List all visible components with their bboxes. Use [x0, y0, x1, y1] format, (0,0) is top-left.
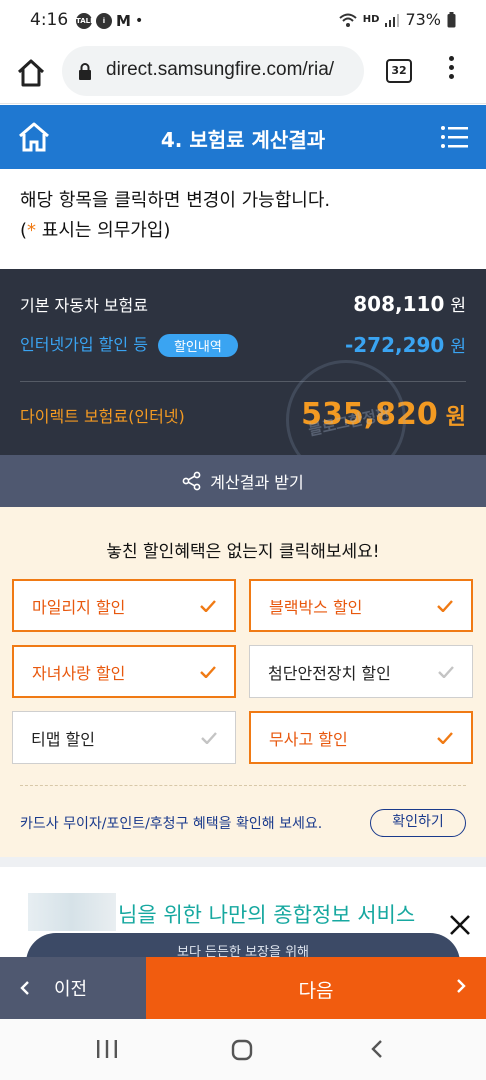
discount-details-button[interactable]: 할인내역	[157, 334, 238, 357]
tab-switcher-button[interactable]: 32	[386, 59, 412, 83]
notice-line2: (* 표시는 의무가입)	[20, 220, 171, 241]
card-benefit-confirm-button[interactable]: 확인하기	[370, 809, 466, 837]
promo-banner[interactable]: 님을 위한 나만의 종합정보 서비스 보다 든든한 보장을 위해	[0, 867, 486, 957]
close-icon[interactable]	[448, 913, 472, 937]
card-benefit-text: 카드사 무이자/포인트/후청구 혜택을 확인해 보세요.	[20, 816, 323, 832]
no-accident-discount-option[interactable]: 무사고 할인	[249, 711, 473, 764]
signal-icon	[385, 13, 400, 27]
next-label: 다음	[298, 980, 334, 1002]
gmail-icon: M	[116, 12, 131, 30]
check-icon	[437, 599, 453, 612]
status-indicators: HD 73%	[339, 10, 456, 29]
more-dot-icon: •	[134, 13, 144, 29]
address-bar[interactable]: direct.samsungfire.com/ria/	[62, 46, 364, 96]
page-title: 4. 보험료 계산결과	[160, 128, 326, 152]
promo-subtitle-pill: 보다 든든한 보장을 위해	[26, 933, 460, 957]
battery-text: 73%	[405, 10, 441, 29]
discount-label: 인터넷가입 할인 등	[20, 335, 148, 354]
system-navigation-bar	[0, 1019, 486, 1080]
info-icon: i	[96, 13, 112, 29]
divider	[20, 381, 466, 382]
home-nav-icon[interactable]	[231, 1039, 253, 1061]
page-header: 4. 보험료 계산결과	[0, 105, 486, 169]
notice-text: 해당 항목을 클릭하면 변경이 가능합니다. (* 표시는 의무가입)	[20, 186, 330, 246]
share-result-button[interactable]: 계산결과 받기	[0, 455, 486, 507]
chevron-left-icon	[20, 981, 29, 995]
child-love-discount-option[interactable]: 자녀사랑 할인	[12, 645, 236, 698]
browser-home-icon[interactable]	[16, 58, 46, 88]
dashed-divider	[20, 785, 466, 786]
promo-title: 님을 위한 나만의 종합정보 서비스	[118, 903, 416, 927]
next-button[interactable]: 다음	[146, 957, 486, 1019]
base-premium-value: 808,110	[353, 292, 445, 316]
notice-line1: 해당 항목을 클릭하면 변경이 가능합니다.	[20, 190, 331, 211]
safety-device-discount-option[interactable]: 첨단안전장치 할인	[249, 645, 473, 698]
promo-subtitle: 보다 든든한 보장을 위해	[177, 945, 309, 957]
blackbox-discount-option[interactable]: 블랙박스 할인	[249, 579, 473, 632]
menu-icon[interactable]	[440, 125, 468, 149]
share-label: 계산결과 받기	[210, 473, 304, 492]
hd-icon: HD	[362, 14, 380, 25]
discount-value: -272,290	[344, 332, 445, 357]
back-nav-icon[interactable]	[370, 1039, 384, 1059]
lock-icon	[79, 63, 91, 80]
discount-section: 놓친 할인혜택은 없는지 클릭해보세요! 마일리지 할인 블랙박스 할인 자녀사…	[0, 507, 486, 857]
battery-icon	[447, 11, 456, 27]
status-time: 4:16	[30, 10, 69, 30]
check-icon	[200, 599, 216, 612]
discount-title: 놓친 할인혜택은 없는지 클릭해보세요!	[106, 542, 380, 562]
browser-menu-icon[interactable]	[444, 56, 458, 86]
check-icon	[201, 731, 217, 744]
share-icon	[182, 471, 201, 491]
prev-label: 이전	[54, 979, 88, 1000]
premium-summary: 기본 자동차 보험료 808,110 원 인터넷가입 할인 등 할인내역 -272,…	[0, 269, 486, 455]
base-premium-row: 기본 자동차 보험료 808,110 원	[20, 292, 466, 316]
browser-toolbar: direct.samsungfire.com/ria/ 32	[0, 40, 486, 104]
base-premium-label: 기본 자동차 보험료	[20, 295, 148, 315]
masked-user-name	[28, 893, 116, 931]
talk-icon: TALK	[76, 13, 96, 29]
notification-icons: TALK i M •	[76, 12, 143, 30]
step-navigation: 이전 다음	[0, 957, 486, 1019]
chevron-right-icon	[457, 979, 466, 993]
wifi-icon	[339, 13, 357, 27]
tmap-discount-option[interactable]: 티맵 할인	[12, 711, 236, 764]
prev-button[interactable]: 이전	[0, 957, 146, 1019]
mileage-discount-option[interactable]: 마일리지 할인	[12, 579, 236, 632]
status-bar: 4:16 TALK i M • HD 73%	[0, 0, 486, 40]
check-icon	[437, 731, 453, 744]
section-gap	[0, 857, 486, 867]
check-icon	[438, 665, 454, 678]
direct-premium-label: 다이렉트 보험료(인터넷)	[20, 406, 185, 426]
discount-row: 인터넷가입 할인 등 할인내역 -272,290 원	[20, 332, 466, 357]
check-icon	[200, 665, 216, 678]
url-text: direct.samsungfire.com/ria/	[106, 59, 335, 80]
recent-apps-icon[interactable]	[96, 1039, 118, 1059]
required-star: *	[27, 220, 37, 241]
